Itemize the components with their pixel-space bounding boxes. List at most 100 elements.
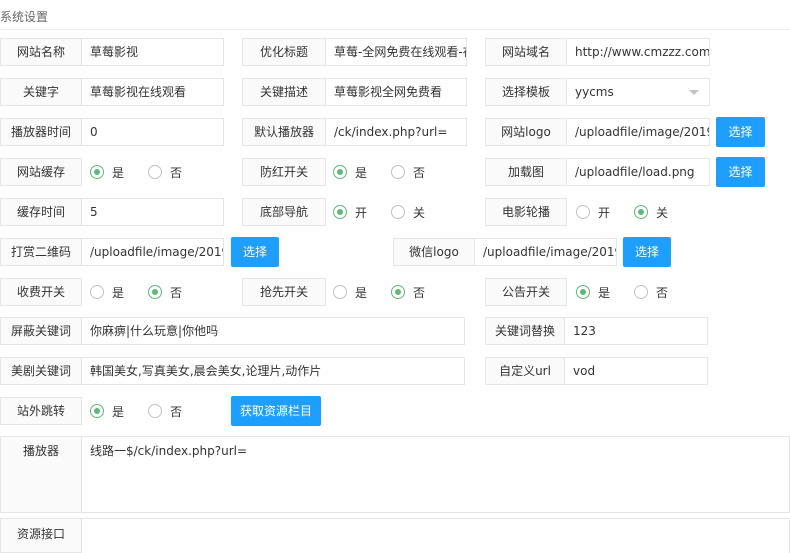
seo-title-input[interactable]: 草莓-全网免费在线观看-在线 [325,38,467,66]
site-cache-yes-radio[interactable]: 是 [90,158,124,186]
word-replace-label: 关键词替换 [485,317,565,345]
radio-unchecked-icon [391,205,405,219]
charge-switch-yes-radio[interactable]: 是 [90,278,124,306]
external-jump-no-text: 否 [170,404,183,419]
loading-img-select-button[interactable]: 选择 [716,157,765,187]
cache-time-label: 缓存时间 [0,198,82,226]
site-cache-no-text: 否 [170,165,183,180]
anti-red-yes-text: 是 [355,165,368,180]
site-logo-select-button[interactable]: 选择 [716,117,765,147]
seo-title-label: 优化标题 [242,38,326,66]
site-logo-input[interactable]: /uploadfile/image/20190928/ [566,118,710,146]
drama-keywords-label: 美剧关键词 [0,357,82,385]
keywords-label: 关键字 [0,78,82,106]
bottom-nav-on-text: 开 [355,205,368,220]
reward-qr-select-button[interactable]: 选择 [231,237,279,267]
keyword-desc-label: 关键描述 [242,78,326,106]
radio-checked-icon [148,285,162,299]
title-divider [0,29,790,30]
charge-switch-yes-text: 是 [112,285,125,300]
notice-switch-label: 公告开关 [485,278,567,306]
radio-unchecked-icon [148,404,162,418]
movie-carousel-on-text: 开 [598,205,611,220]
site-logo-label: 网站logo [485,118,567,146]
notice-switch-no-text: 否 [656,285,669,300]
word-replace-input[interactable]: 123 [564,317,708,345]
radio-checked-icon [333,205,347,219]
template-select[interactable]: yycms [566,78,710,106]
custom-url-label: 自定义url [485,357,565,385]
site-domain-input[interactable]: http://www.cmzzz.com [566,38,710,66]
radio-unchecked-icon [391,165,405,179]
radio-checked-icon [576,285,590,299]
external-jump-no-radio[interactable]: 否 [148,397,182,425]
loading-img-input[interactable]: /uploadfile/load.png [566,158,710,186]
radio-unchecked-icon [333,285,347,299]
wechat-logo-select-button[interactable]: 选择 [623,237,671,267]
default-player-input[interactable]: /ck/index.php?url= [325,118,467,146]
cache-time-input[interactable]: 5 [81,198,224,226]
player-label-text: 播放器 [22,444,59,458]
blocked-words-label: 屏蔽关键词 [0,317,82,345]
radio-unchecked-icon [576,205,590,219]
anti-red-label: 防红开关 [242,158,326,186]
site-name-label: 网站名称 [0,38,82,66]
fetch-resource-categories-button[interactable]: 获取资源栏目 [231,396,321,426]
radio-checked-icon [90,165,104,179]
radio-unchecked-icon [148,165,162,179]
page-title: 系统设置 [0,10,49,24]
external-jump-yes-text: 是 [112,404,125,419]
charge-switch-no-text: 否 [170,285,183,300]
bottom-nav-off-text: 关 [413,205,426,220]
anti-red-no-text: 否 [413,165,426,180]
radio-checked-icon [333,165,347,179]
notice-switch-no-radio[interactable]: 否 [634,278,668,306]
player-time-label: 播放器时间 [0,118,82,146]
charge-switch-no-radio[interactable]: 否 [148,278,182,306]
charge-switch-label: 收费开关 [0,278,82,306]
notice-switch-yes-text: 是 [598,285,611,300]
default-player-label: 默认播放器 [242,118,326,146]
preview-switch-no-radio[interactable]: 否 [391,278,425,306]
resource-api-label: 资源接口 [0,518,82,553]
radio-checked-icon [90,404,104,418]
bottom-nav-on-radio[interactable]: 开 [333,198,367,226]
wechat-logo-label: 微信logo [393,238,475,266]
keyword-desc-input[interactable]: 草莓影视全网免费看 [325,78,467,106]
resource-api-textarea[interactable] [81,518,790,553]
preview-switch-yes-text: 是 [355,285,368,300]
template-label: 选择模板 [485,78,567,106]
anti-red-yes-radio[interactable]: 是 [333,158,367,186]
movie-carousel-off-text: 关 [656,205,669,220]
keywords-input[interactable]: 草莓影视在线观看 [81,78,224,106]
radio-unchecked-icon [90,285,104,299]
custom-url-input[interactable]: vod [564,357,708,385]
site-cache-yes-text: 是 [112,165,125,180]
chevron-down-icon [689,90,699,95]
player-textarea[interactable]: 线路一$/ck/index.php?url= [81,436,790,513]
anti-red-no-radio[interactable]: 否 [391,158,425,186]
preview-switch-yes-radio[interactable]: 是 [333,278,367,306]
radio-checked-icon [634,205,648,219]
movie-carousel-off-radio[interactable]: 关 [634,198,668,226]
movie-carousel-on-radio[interactable]: 开 [576,198,610,226]
drama-keywords-input[interactable]: 韩国美女,写真美女,晨会美女,论理片,动作片 [81,357,465,385]
blocked-words-input[interactable]: 你麻痹|什么玩意|你他吗 [81,317,465,345]
external-jump-label: 站外跳转 [0,397,82,425]
preview-switch-no-text: 否 [413,285,426,300]
radio-unchecked-icon [634,285,648,299]
site-name-input[interactable]: 草莓影视 [81,38,224,66]
site-domain-label: 网站域名 [485,38,567,66]
loading-img-label: 加载图 [485,158,567,186]
notice-switch-yes-radio[interactable]: 是 [576,278,610,306]
site-cache-no-radio[interactable]: 否 [148,158,182,186]
player-time-input[interactable]: 0 [81,118,224,146]
reward-qr-input[interactable]: /uploadfile/image/20191011/ [81,238,224,266]
bottom-nav-off-radio[interactable]: 关 [391,198,425,226]
preview-switch-label: 抢先开关 [242,278,326,306]
radio-checked-icon [391,285,405,299]
template-select-value: yycms [575,85,614,99]
wechat-logo-input[interactable]: /uploadfile/image/20191014/ [474,238,617,266]
movie-carousel-label: 电影轮播 [485,198,567,226]
external-jump-yes-radio[interactable]: 是 [90,397,124,425]
